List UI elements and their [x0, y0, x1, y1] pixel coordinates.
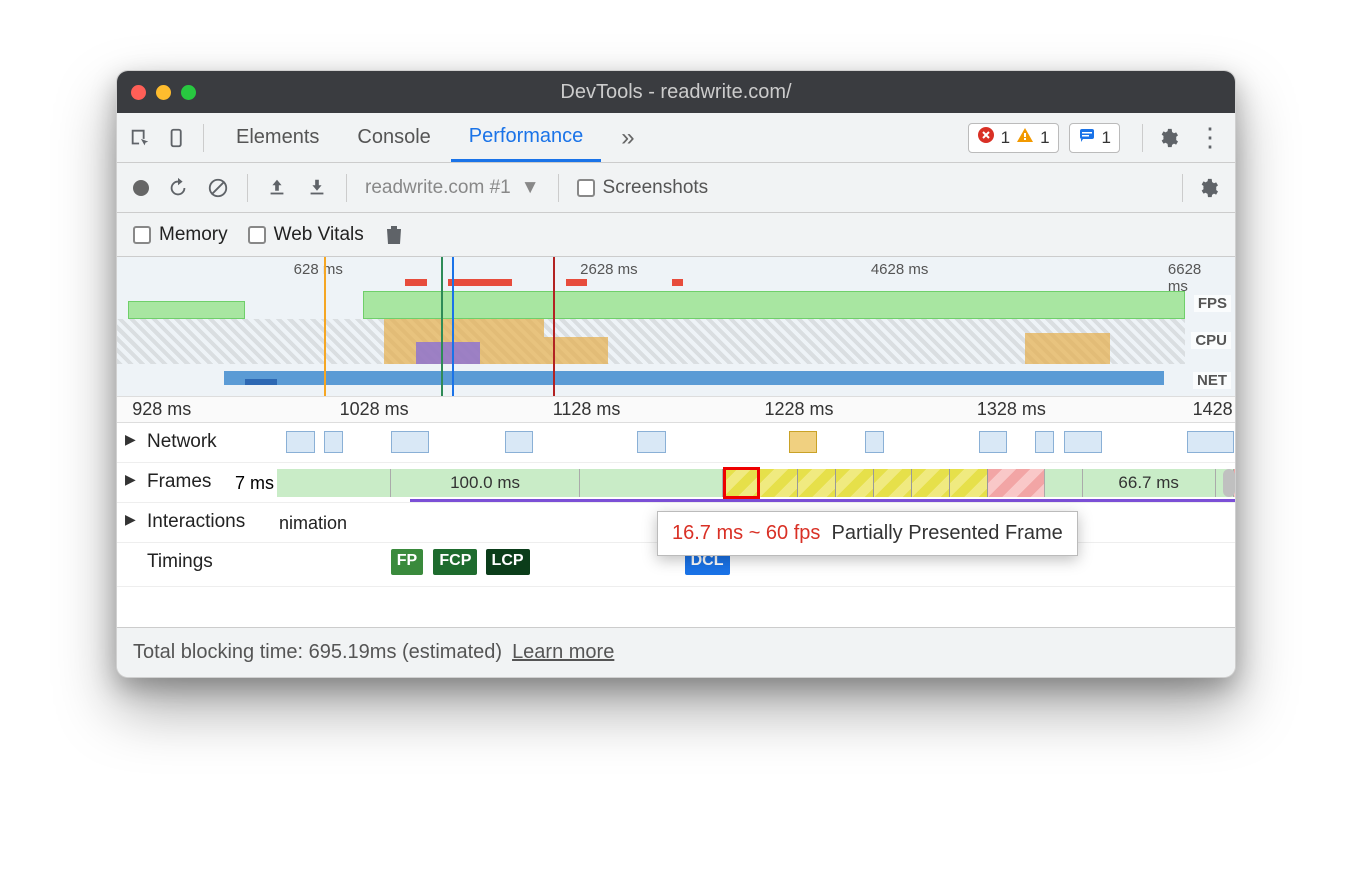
- titlebar: DevTools - readwrite.com/: [117, 71, 1235, 113]
- tab-console[interactable]: Console: [339, 113, 448, 162]
- reload-record-button[interactable]: [167, 177, 189, 199]
- overview-minimap[interactable]: 628 ms 2628 ms 4628 ms 6628 ms FPS CPU N…: [117, 257, 1235, 397]
- timing-lcp[interactable]: LCP: [486, 549, 530, 575]
- kebab-menu-icon[interactable]: ⋮: [1197, 122, 1223, 153]
- ruler-tick: 928 ms: [132, 399, 191, 420]
- performance-settings-row: Memory Web Vitals: [117, 213, 1235, 257]
- total-blocking-time-text: Total blocking time: 695.19ms (estimated…: [133, 641, 502, 664]
- garbage-collect-icon[interactable]: [384, 224, 404, 246]
- capture-settings-icon[interactable]: [1197, 177, 1219, 199]
- network-lane[interactable]: ▶ Network: [117, 423, 1235, 463]
- target-selector[interactable]: readwrite.com #1 ▼: [365, 177, 540, 199]
- record-button[interactable]: [133, 180, 149, 196]
- message-icon: [1078, 126, 1096, 149]
- frame-duration: 66.7 ms: [1118, 473, 1178, 493]
- tab-elements[interactable]: Elements: [218, 113, 337, 162]
- checkbox-icon: [577, 179, 595, 197]
- clear-button[interactable]: [207, 177, 229, 199]
- tabs-overflow-button[interactable]: »: [603, 113, 652, 162]
- tab-performance[interactable]: Performance: [451, 113, 602, 162]
- frames-lane-label: Frames: [147, 471, 211, 493]
- load-profile-icon[interactable]: [266, 177, 288, 199]
- animation-text: nimation: [279, 513, 347, 534]
- performance-toolbar: readwrite.com #1 ▼ Screenshots: [117, 163, 1235, 213]
- tooltip-timing: 16.7 ms ~ 60 fps: [672, 522, 820, 544]
- close-window-icon[interactable]: [131, 85, 146, 100]
- net-row-label: NET: [1193, 372, 1231, 389]
- messages-badge[interactable]: 1: [1069, 123, 1120, 153]
- error-icon: [977, 126, 995, 149]
- ruler-tick: 1228 ms: [764, 399, 833, 420]
- timeline-ruler[interactable]: 928 ms 1028 ms 1128 ms 1228 ms 1328 ms 1…: [117, 397, 1235, 423]
- checkbox-icon: [133, 226, 151, 244]
- net-track: [117, 367, 1185, 389]
- ruler-tick: 1328 ms: [977, 399, 1046, 420]
- save-profile-icon[interactable]: [306, 177, 328, 199]
- frame-duration: 100.0 ms: [450, 473, 520, 493]
- frames-lane[interactable]: ▶ Frames 7 ms 100.0 ms 66.7 ms: [117, 463, 1235, 503]
- overview-tick: 4628 ms: [871, 261, 929, 278]
- learn-more-link[interactable]: Learn more: [512, 641, 614, 664]
- overview-tick: 2628 ms: [580, 261, 638, 278]
- frame-tooltip: 16.7 ms ~ 60 fps Partially Presented Fra…: [657, 511, 1078, 556]
- frames-lane-content[interactable]: 100.0 ms 66.7 ms: [277, 463, 1225, 502]
- warning-icon: [1016, 126, 1034, 149]
- fps-track: [117, 279, 1185, 319]
- screenshots-label: Screenshots: [603, 177, 709, 199]
- frame-duration-truncated: 7 ms: [235, 473, 274, 494]
- warning-count: 1: [1040, 128, 1049, 148]
- window-controls: [131, 85, 196, 100]
- memory-checkbox[interactable]: Memory: [133, 224, 228, 246]
- dropdown-caret-icon: ▼: [521, 177, 540, 199]
- devtools-window: DevTools - readwrite.com/ Elements Conso…: [116, 70, 1236, 678]
- minimize-window-icon[interactable]: [156, 85, 171, 100]
- web-vitals-checkbox[interactable]: Web Vitals: [248, 224, 364, 246]
- target-selector-value: readwrite.com #1: [365, 177, 511, 199]
- cpu-track: [117, 319, 1185, 364]
- window-title: DevTools - readwrite.com/: [117, 81, 1235, 104]
- network-lane-label: Network: [147, 431, 217, 453]
- expand-toggle-icon[interactable]: ▶: [125, 431, 136, 448]
- tooltip-description: Partially Presented Frame: [832, 522, 1063, 544]
- timings-lane-label: Timings: [147, 551, 213, 573]
- device-toolbar-icon[interactable]: [167, 127, 189, 149]
- lane-scrollbar[interactable]: [1223, 469, 1235, 497]
- ruler-tick: 1028 ms: [340, 399, 409, 420]
- selected-frame-highlight: [723, 467, 761, 499]
- cpu-row-label: CPU: [1191, 332, 1231, 349]
- memory-label: Memory: [159, 224, 228, 246]
- summary-footer: Total blocking time: 695.19ms (estimated…: [117, 627, 1235, 677]
- checkbox-icon: [248, 226, 266, 244]
- screenshots-checkbox[interactable]: Screenshots: [577, 177, 709, 199]
- ruler-tick: 1128 ms: [553, 399, 621, 420]
- issues-badge[interactable]: 1 1: [968, 123, 1059, 153]
- expand-toggle-icon[interactable]: ▶: [125, 511, 136, 528]
- fps-row-label: FPS: [1194, 295, 1231, 312]
- inspect-element-icon[interactable]: [129, 127, 151, 149]
- devtools-tabbar: Elements Console Performance » 1 1 1 ⋮: [117, 113, 1235, 163]
- overview-tick: 628 ms: [294, 261, 343, 278]
- error-count: 1: [1001, 128, 1010, 148]
- timing-fcp[interactable]: FCP: [433, 549, 477, 575]
- expand-toggle-icon[interactable]: ▶: [125, 471, 136, 488]
- network-lane-content[interactable]: [277, 423, 1225, 462]
- web-vitals-label: Web Vitals: [274, 224, 364, 246]
- timing-fp[interactable]: FP: [391, 549, 423, 575]
- flamechart-lanes: ▶ Network ▶ Frames 7 ms 100.: [117, 423, 1235, 627]
- interactions-lane-label: Interactions: [147, 511, 245, 533]
- settings-icon[interactable]: [1157, 127, 1179, 149]
- overview-ticks: 628 ms 2628 ms 4628 ms 6628 ms: [117, 261, 1235, 277]
- maximize-window-icon[interactable]: [181, 85, 196, 100]
- message-count: 1: [1102, 128, 1111, 148]
